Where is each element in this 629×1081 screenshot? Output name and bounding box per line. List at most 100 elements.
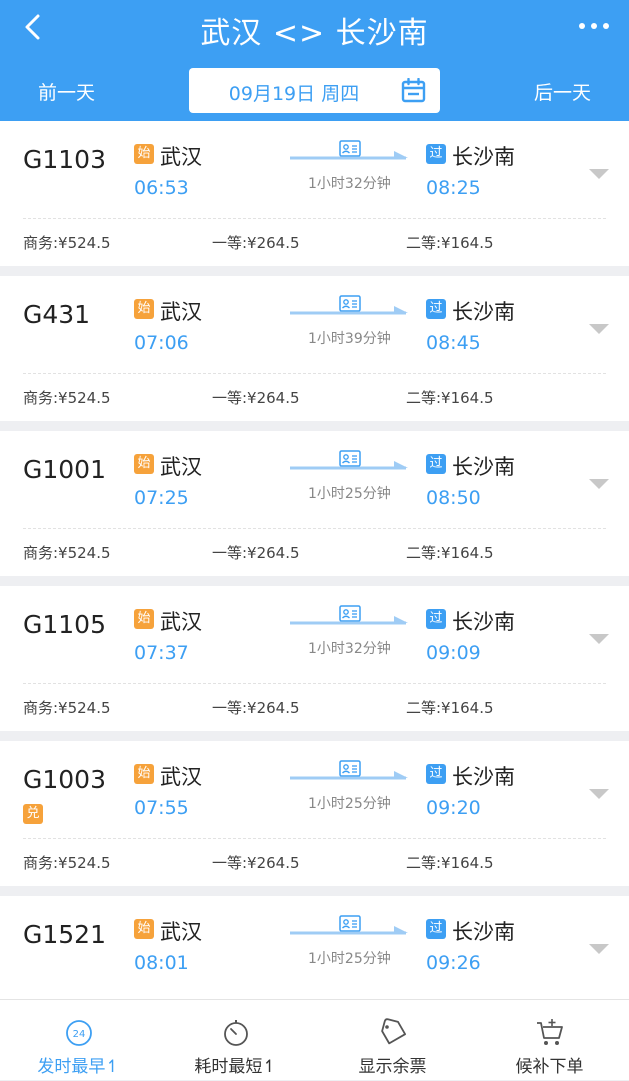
origin-badge: 始 xyxy=(134,454,154,474)
departure-time: 07:06 xyxy=(134,332,189,354)
origin-badge: 始 xyxy=(134,299,154,319)
arrival-time: 09:26 xyxy=(426,952,481,974)
train-number: G1103 xyxy=(23,145,106,174)
departure-station: 武汉 xyxy=(160,455,202,479)
ticket-tag-icon xyxy=(380,1018,406,1045)
clock-24-icon: 24 xyxy=(65,1020,92,1046)
divider xyxy=(23,683,606,684)
business-class-price: 商务:¥524.5 xyxy=(23,544,111,562)
train-card[interactable]: G431 始 武汉 07:06 1小时39分钟 过 长沙南 08:45 商务:¥… xyxy=(0,276,629,421)
tab-label: 显示余票 xyxy=(358,1057,427,1077)
departure-time: 06:53 xyxy=(134,177,189,199)
second-class-price: 二等:¥164.5 xyxy=(406,234,494,252)
tab-shortest-duration[interactable]: 耗时最短↿ xyxy=(157,1000,314,1081)
divider xyxy=(23,528,606,529)
tab-label: 发时最早↿ xyxy=(37,1057,120,1077)
stopwatch-icon xyxy=(223,1020,248,1046)
first-class-price: 一等:¥264.5 xyxy=(212,699,300,717)
passing-badge: 过 xyxy=(426,919,446,939)
svg-text:24: 24 xyxy=(72,1029,85,1040)
origin-badge: 始 xyxy=(134,609,154,629)
travel-duration: 1小时25分钟 xyxy=(308,951,391,967)
train-card[interactable]: G1001 始 武汉 07:25 1小时25分钟 过 长沙南 08:50 商务:… xyxy=(0,431,629,576)
arrival-time: 08:50 xyxy=(426,487,481,509)
arrival-station: 长沙南 xyxy=(452,765,515,789)
train-card[interactable]: G1003 兑 始 武汉 07:55 1小时25分钟 过 长沙南 09:20 商… xyxy=(0,741,629,886)
next-day-button[interactable]: 后一天 xyxy=(534,78,591,105)
tab-earliest-departure[interactable]: 24 发时最早↿ xyxy=(0,1000,157,1081)
calendar-icon xyxy=(401,78,426,103)
top-bar: 武汉 <> 长沙南 前一天 09月19日 周四 后一天 xyxy=(0,0,629,121)
passing-badge: 过 xyxy=(426,764,446,784)
origin-badge: 始 xyxy=(134,919,154,939)
passing-badge: 过 xyxy=(426,144,446,164)
date-selector[interactable]: 09月19日 周四 xyxy=(189,68,440,113)
route-arrow-icon xyxy=(290,306,408,315)
bottom-tab-bar: 24 发时最早↿ 耗时最短↿ 显示余票 候补下单 xyxy=(0,999,629,1080)
second-class-price: 二等:¥164.5 xyxy=(406,854,494,872)
passing-badge: 过 xyxy=(426,299,446,319)
departure-station: 武汉 xyxy=(160,300,202,324)
date-label: 09月19日 周四 xyxy=(228,83,360,105)
train-card[interactable]: G1105 始 武汉 07:37 1小时32分钟 过 长沙南 09:09 商务:… xyxy=(0,586,629,731)
business-class-price: 商务:¥524.5 xyxy=(23,389,111,407)
exchange-badge: 兑 xyxy=(23,804,43,824)
divider xyxy=(23,838,606,839)
departure-time: 08:01 xyxy=(134,952,189,974)
route-arrow-icon xyxy=(290,616,408,625)
train-number: G1105 xyxy=(23,610,106,639)
train-number: G431 xyxy=(23,300,91,329)
train-number: G1521 xyxy=(23,920,106,949)
route-arrow-icon xyxy=(290,926,408,935)
departure-time: 07:55 xyxy=(134,797,189,819)
arrival-station: 长沙南 xyxy=(452,920,515,944)
chevron-down-icon[interactable] xyxy=(589,943,609,955)
tab-show-remaining-tickets[interactable]: 显示余票 xyxy=(314,1000,471,1081)
arrival-time: 08:45 xyxy=(426,332,481,354)
chevron-down-icon[interactable] xyxy=(589,478,609,490)
arrival-time: 09:09 xyxy=(426,642,481,664)
tab-waitlist-order[interactable]: 候补下单 xyxy=(471,1000,628,1081)
tab-label: 候补下单 xyxy=(515,1057,584,1077)
second-class-price: 二等:¥164.5 xyxy=(406,544,494,562)
business-class-price: 商务:¥524.5 xyxy=(23,699,111,717)
origin-badge: 始 xyxy=(134,144,154,164)
first-class-price: 一等:¥264.5 xyxy=(212,389,300,407)
page-title: 武汉 <> 长沙南 xyxy=(200,16,429,51)
divider xyxy=(23,218,606,219)
train-card[interactable]: G1103 始 武汉 06:53 1小时32分钟 过 长沙南 08:25 商务:… xyxy=(0,121,629,266)
first-class-price: 一等:¥264.5 xyxy=(212,544,300,562)
chevron-down-icon[interactable] xyxy=(589,788,609,800)
arrival-station: 长沙南 xyxy=(452,610,515,634)
second-class-price: 二等:¥164.5 xyxy=(406,699,494,717)
chevron-down-icon[interactable] xyxy=(589,323,609,335)
business-class-price: 商务:¥524.5 xyxy=(23,234,111,252)
cart-plus-icon xyxy=(536,1019,563,1045)
arrival-time: 09:20 xyxy=(426,797,481,819)
travel-duration: 1小时25分钟 xyxy=(308,486,391,502)
more-options-icon[interactable] xyxy=(577,16,611,36)
chevron-down-icon[interactable] xyxy=(589,168,609,180)
origin-badge: 始 xyxy=(134,764,154,784)
train-number: G1003 xyxy=(23,765,106,794)
departure-station: 武汉 xyxy=(160,765,202,789)
departure-station: 武汉 xyxy=(160,610,202,634)
departure-station: 武汉 xyxy=(160,920,202,944)
route-arrow-icon xyxy=(290,771,408,780)
arrival-station: 长沙南 xyxy=(452,455,515,479)
arrival-station: 长沙南 xyxy=(452,145,515,169)
tab-label: 耗时最短↿ xyxy=(194,1057,277,1077)
travel-duration: 1小时25分钟 xyxy=(308,796,391,812)
train-number: G1001 xyxy=(23,455,106,484)
departure-time: 07:25 xyxy=(134,487,189,509)
passing-badge: 过 xyxy=(426,454,446,474)
departure-time: 07:37 xyxy=(134,642,189,664)
arrival-time: 08:25 xyxy=(426,177,481,199)
travel-duration: 1小时32分钟 xyxy=(308,176,391,192)
previous-day-button[interactable]: 前一天 xyxy=(38,78,95,105)
train-card[interactable]: G1521 始 武汉 08:01 1小时25分钟 过 长沙南 09:26 xyxy=(0,896,629,1006)
second-class-price: 二等:¥164.5 xyxy=(406,389,494,407)
travel-duration: 1小时32分钟 xyxy=(308,641,391,657)
arrival-station: 长沙南 xyxy=(452,300,515,324)
chevron-down-icon[interactable] xyxy=(589,633,609,645)
